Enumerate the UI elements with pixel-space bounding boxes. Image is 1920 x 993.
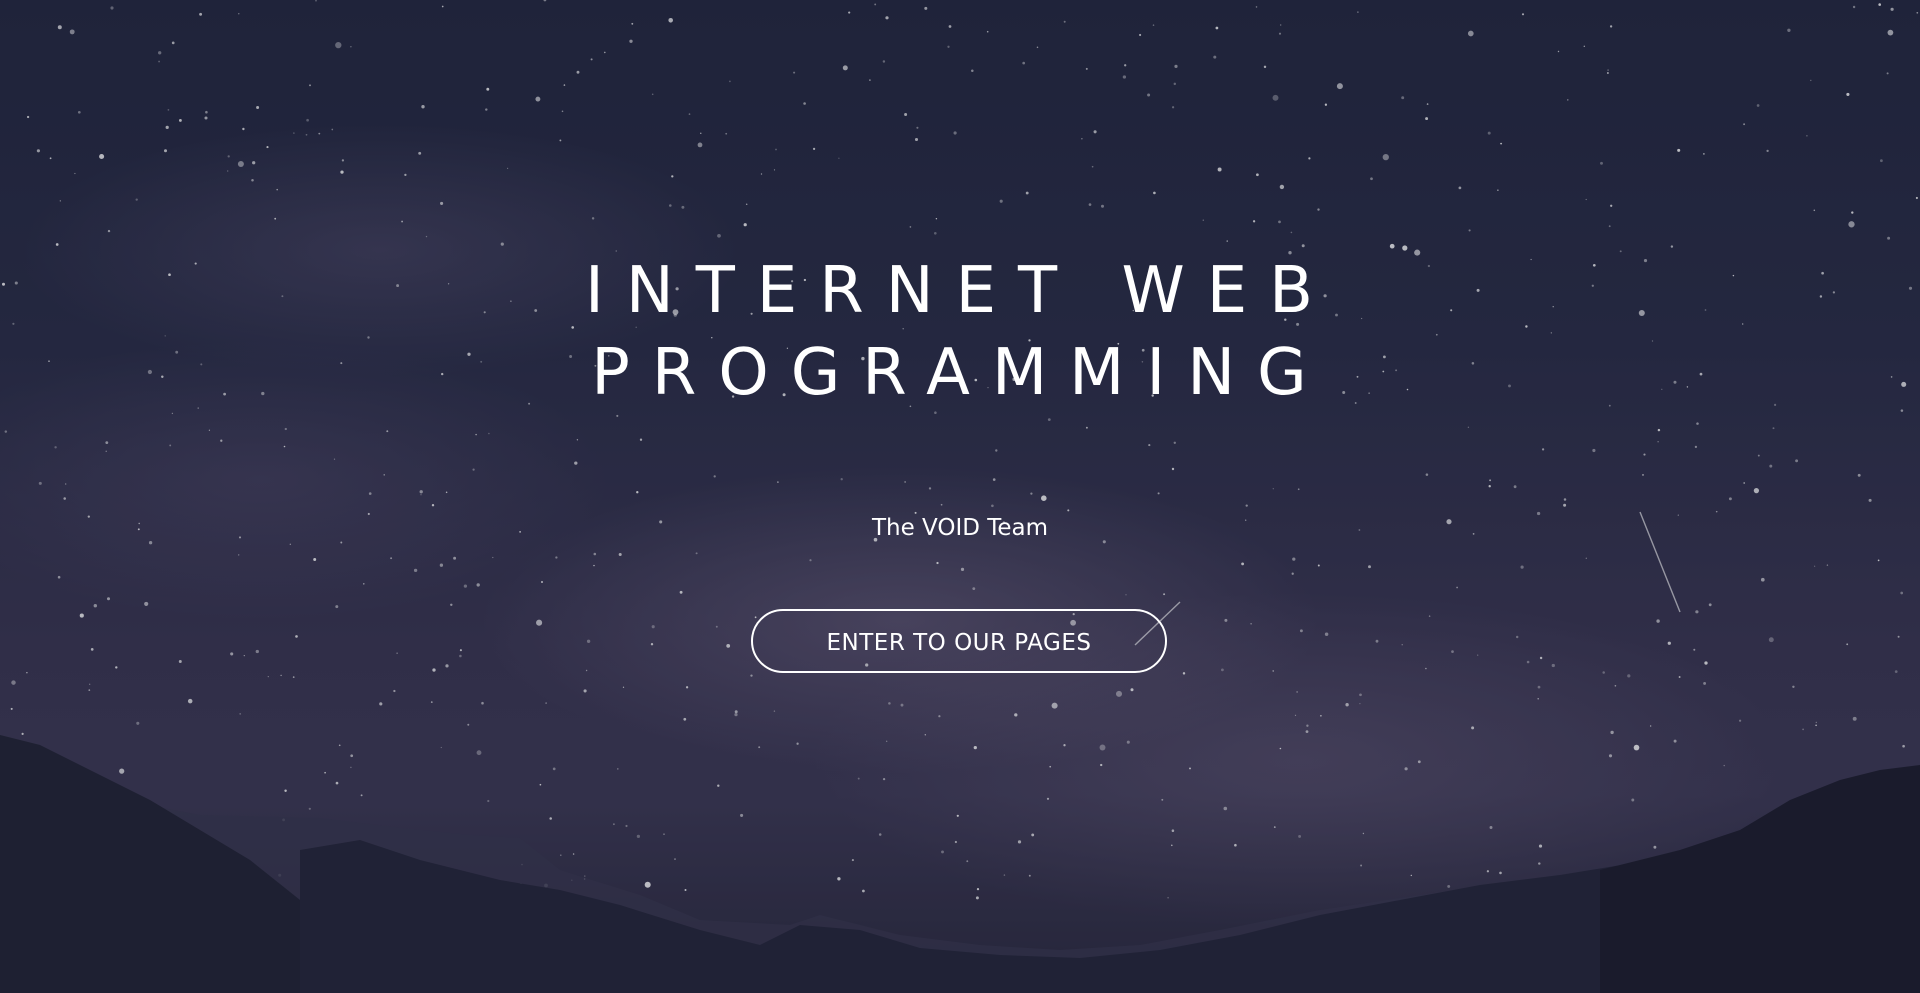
team-subtitle: The VOID Team [871,515,1049,541]
enter-pages-button[interactable]: ENTER TO OUR PAGES [751,609,1167,673]
page-title-line-2: PROGRAMMING [591,336,1329,410]
hero-section: INTERNET WEB PROGRAMMING The VOID Team E… [0,0,1920,993]
hero-content: INTERNET WEB PROGRAMMING The VOID Team E… [0,0,1920,993]
page-title-line-1: INTERNET WEB [584,254,1336,328]
